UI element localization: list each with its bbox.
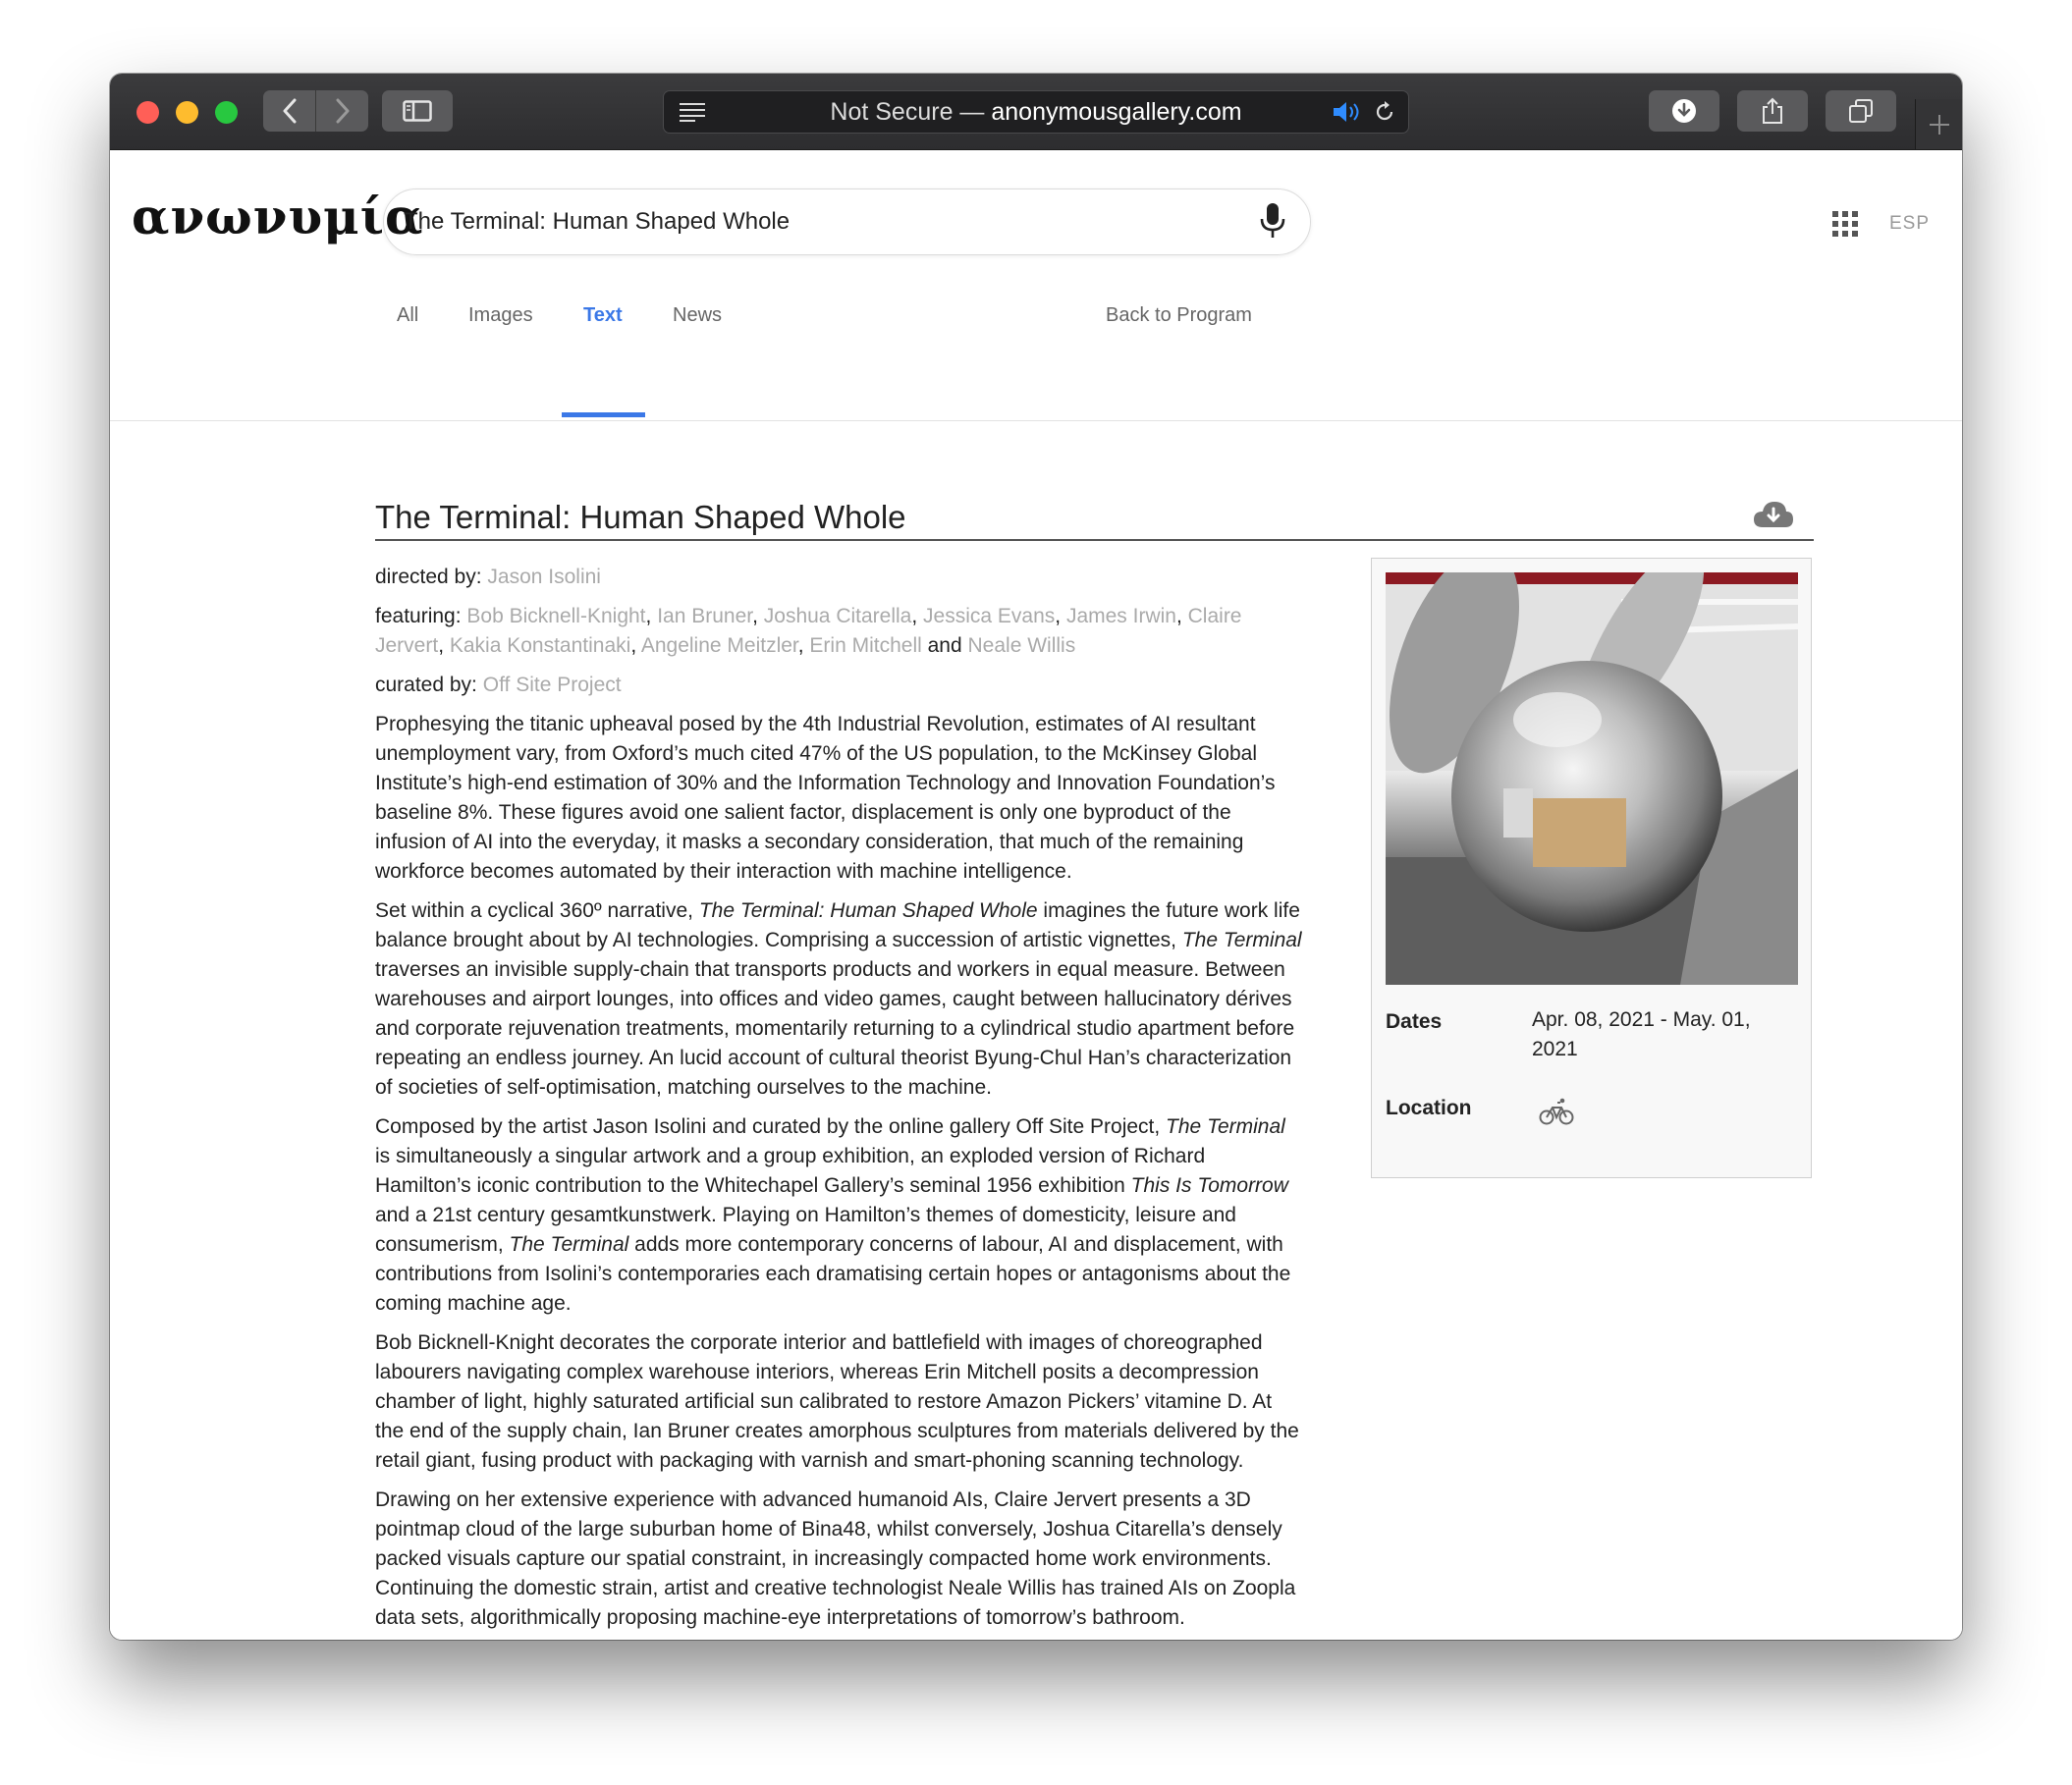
- location-label: Location: [1386, 1097, 1472, 1119]
- new-tab-button[interactable]: [1915, 99, 1962, 149]
- featured-artist-link[interactable]: James Irwin: [1066, 605, 1176, 627]
- navigation-buttons: [263, 90, 368, 132]
- plus-icon: [1930, 114, 1949, 135]
- sidebar-toggle-button[interactable]: [382, 90, 453, 132]
- artwork-image[interactable]: [1386, 572, 1798, 985]
- reload-icon[interactable]: [1373, 100, 1396, 124]
- text-run: Set within a cyclical 360º narrative,: [375, 899, 699, 922]
- share-icon: [1763, 97, 1782, 124]
- curator-link[interactable]: Off Site Project: [483, 674, 622, 696]
- featuring-line: featuring: Bob Bicknell-Knight, Ian Brun…: [375, 602, 1303, 661]
- featured-artist-link[interactable]: Angeline Meitzler: [641, 634, 798, 657]
- featured-artist-link[interactable]: Kakia Konstantinaki: [450, 634, 630, 657]
- tab-text[interactable]: Text: [583, 304, 623, 327]
- text-run: Composed by the artist Jason Isolini and…: [375, 1115, 1167, 1138]
- paragraph-1: Prophesying the titanic upheaval posed b…: [375, 713, 1276, 883]
- featured-artist-link[interactable]: Erin Mitchell: [809, 634, 921, 657]
- chevron-right-icon: [336, 98, 349, 124]
- tabs-divider: [110, 420, 1962, 421]
- dates-label: Dates: [1386, 1010, 1443, 1033]
- featuring-list: Bob Bicknell-Knight, Ian Bruner, Joshua …: [375, 605, 1242, 657]
- forward-button[interactable]: [315, 90, 368, 132]
- chrome-sphere-image: [1386, 572, 1798, 985]
- featured-artist-link[interactable]: Neale Willis: [968, 634, 1076, 657]
- back-button[interactable]: [263, 90, 315, 132]
- paragraph-3: Composed by the artist Jason Isolini and…: [375, 1112, 1303, 1319]
- featured-artist-link[interactable]: Ian Bruner: [657, 605, 752, 627]
- url-prefix: Not Secure —: [830, 97, 992, 126]
- downloads-button[interactable]: [1649, 90, 1719, 132]
- browser-toolbar: Not Secure — anonymousgallery.com: [110, 74, 1962, 150]
- featured-artist-link[interactable]: Bob Bicknell-Knight: [466, 605, 645, 627]
- paragraph-4: Bob Bicknell-Knight decorates the corpor…: [375, 1331, 1299, 1472]
- paragraph-5: Drawing on her extensive experience with…: [375, 1488, 1296, 1629]
- directed-by-label: directed by:: [375, 566, 482, 588]
- featured-artist-link[interactable]: Jessica Evans: [923, 605, 1055, 627]
- audio-playing-icon[interactable]: [1332, 100, 1365, 124]
- tab-images[interactable]: Images: [468, 304, 533, 327]
- curator-line: curated by: Off Site Project: [375, 671, 1303, 700]
- close-window-button[interactable]: [136, 101, 159, 124]
- search-tabs: All Images Text News Back to Program: [110, 150, 1962, 421]
- page-content: ανωνυμία The Terminal: Human Shaped Whol…: [110, 150, 1962, 1640]
- italic-title: The Terminal: Human Shaped Whole: [698, 899, 1038, 922]
- address-bar[interactable]: Not Secure — anonymousgallery.com: [663, 90, 1409, 134]
- italic-title: This Is Tomorrow: [1130, 1174, 1288, 1197]
- italic-title: The Terminal: [509, 1233, 629, 1256]
- back-to-program-link[interactable]: Back to Program: [1106, 304, 1252, 327]
- browser-window: Not Secure — anonymousgallery.com ανωνυμ…: [110, 74, 1962, 1640]
- sidebar-icon: [403, 100, 432, 122]
- title-divider: [375, 539, 1814, 541]
- chevron-left-icon: [283, 98, 296, 124]
- curated-by-label: curated by:: [375, 674, 477, 696]
- active-tab-indicator: [562, 412, 645, 417]
- share-button[interactable]: [1737, 90, 1808, 132]
- cloud-download-icon[interactable]: [1752, 498, 1795, 529]
- italic-title: The Terminal: [1166, 1115, 1285, 1138]
- article-body: directed by: Jason Isolini featuring: Bo…: [375, 563, 1303, 1640]
- text-run: is simultaneously a singular artwork and…: [375, 1145, 1206, 1197]
- tabs-overview-icon: [1849, 99, 1873, 123]
- featured-artist-link[interactable]: Joshua Citarella: [764, 605, 912, 627]
- reader-view-icon[interactable]: [678, 100, 707, 124]
- download-icon: [1672, 99, 1696, 123]
- featuring-label: featuring:: [375, 605, 462, 627]
- italic-title: The Terminal: [1181, 929, 1302, 951]
- show-tabs-button[interactable]: [1826, 90, 1896, 132]
- director-link[interactable]: Jason Isolini: [487, 566, 601, 588]
- url-domain: anonymousgallery.com: [991, 97, 1242, 126]
- director-line: directed by: Jason Isolini: [375, 563, 1303, 592]
- maximize-window-button[interactable]: [215, 101, 238, 124]
- article-title: The Terminal: Human Shaped Whole: [375, 499, 906, 535]
- text-run: traverses an invisible supply-chain that…: [375, 958, 1295, 1099]
- info-panel: Dates Apr. 08, 2021 - May. 01, 2021 Loca…: [1371, 558, 1812, 1178]
- tab-news[interactable]: News: [673, 304, 722, 327]
- paragraph-2: Set within a cyclical 360º narrative, Th…: [375, 896, 1303, 1103]
- tab-all[interactable]: All: [397, 304, 418, 327]
- dates-value: Apr. 08, 2021 - May. 01, 2021: [1532, 1008, 1751, 1060]
- minimize-window-button[interactable]: [176, 101, 198, 124]
- bicycle-icon[interactable]: [1539, 1097, 1574, 1126]
